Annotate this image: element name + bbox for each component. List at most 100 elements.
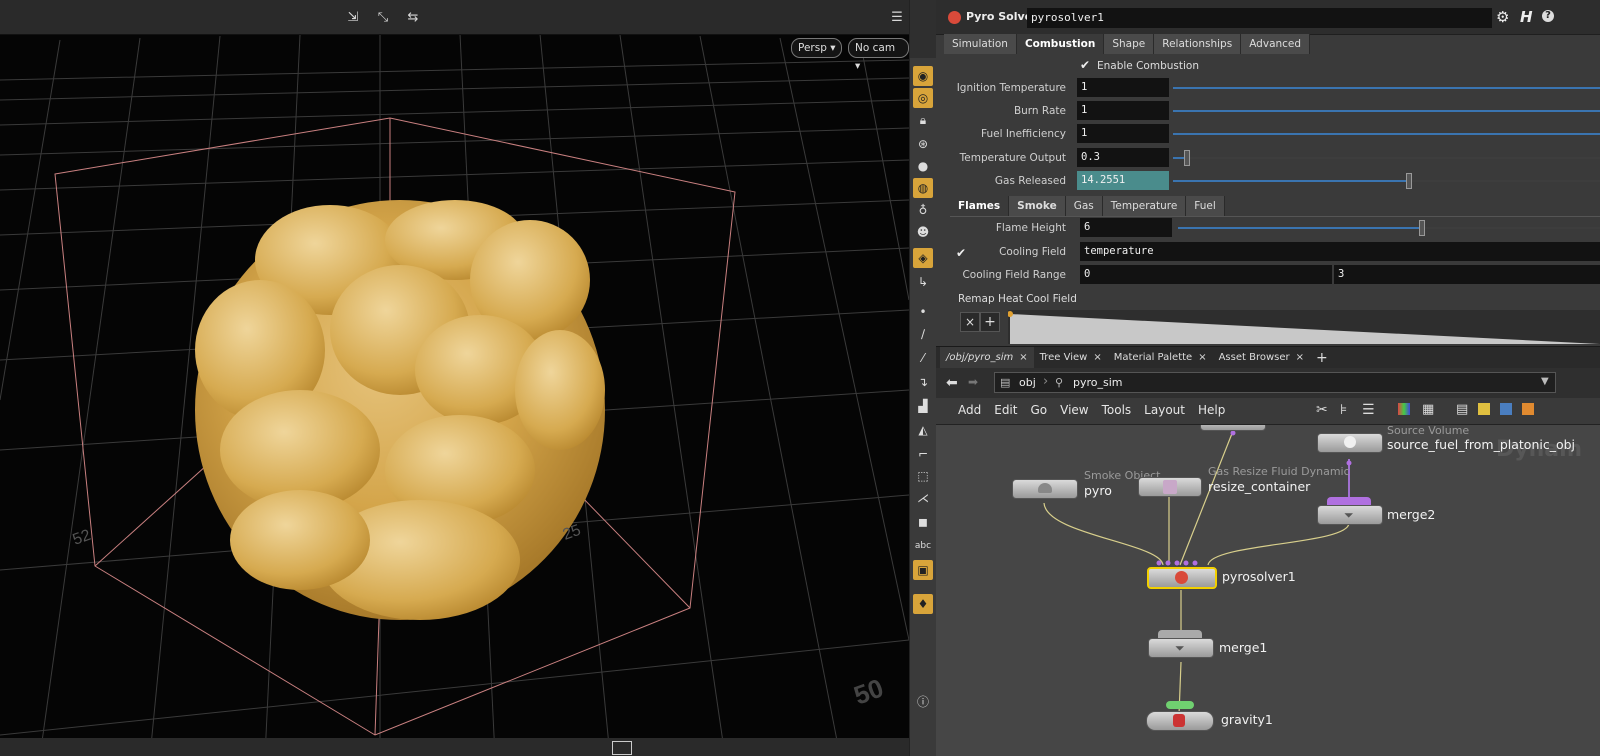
node-merge2[interactable]: ⏷	[1317, 505, 1383, 525]
ignition-temperature-slider[interactable]	[1173, 87, 1600, 89]
color-palette-icon[interactable]	[1398, 403, 1410, 415]
temperature-output-field[interactable]: 0.3	[1077, 148, 1169, 167]
tab-combustion[interactable]: Combustion	[1016, 34, 1105, 54]
help-h-icon[interactable]: H	[1520, 8, 1533, 26]
flame-height-field[interactable]: 6	[1080, 218, 1172, 237]
burn-rate-slider[interactable]	[1173, 110, 1600, 112]
image-icon[interactable]: ▤	[1456, 402, 1468, 417]
path-segment-obj[interactable]: obj	[1019, 376, 1036, 389]
node-pyrosolver1[interactable]	[1147, 567, 1217, 589]
slider-knob[interactable]	[1184, 150, 1190, 166]
brush-icon[interactable]: ⁄	[913, 348, 933, 368]
enable-combustion-checkbox[interactable]: ✔	[1080, 59, 1092, 71]
pen-icon[interactable]: ∕	[913, 324, 933, 344]
gas-released-slider[interactable]	[1173, 173, 1600, 189]
path-segment-pyro-sim[interactable]: pyro_sim	[1073, 376, 1123, 389]
add-tab-button[interactable]: +	[1310, 347, 1334, 369]
subtab-temperature[interactable]: Temperature	[1102, 196, 1187, 216]
close-icon[interactable]: ×	[1296, 347, 1304, 369]
lock-icon[interactable]: 🔒︎	[913, 110, 933, 130]
viewport-canvas[interactable]: 52 25 50	[0, 0, 909, 756]
tab-asset-browser[interactable]: Asset Browser ×	[1213, 347, 1310, 369]
cooling-range-max-field[interactable]: 3	[1334, 265, 1600, 284]
fuel-inefficiency-slider[interactable]	[1173, 133, 1600, 135]
subtab-flames[interactable]: Flames	[950, 196, 1010, 216]
tab-relationships[interactable]: Relationships	[1154, 34, 1242, 54]
light-icon[interactable]: ◍	[913, 178, 933, 198]
branch-icon[interactable]: ⋌	[913, 488, 933, 508]
menu-tools[interactable]: Tools	[1102, 403, 1132, 417]
subtab-gas[interactable]: Gas	[1065, 196, 1103, 216]
skull-icon[interactable]: ☻	[913, 222, 933, 242]
path-field[interactable]: ▤ obj › ⚲ pyro_sim ▼	[994, 372, 1556, 393]
camera-icon[interactable]: ◎	[913, 88, 933, 108]
camera-dropdown[interactable]: No cam ▾	[848, 38, 909, 72]
tab-material-palette[interactable]: Material Palette ×	[1108, 347, 1213, 369]
paint-icon[interactable]: ▟	[913, 396, 933, 416]
subtab-smoke[interactable]: Smoke	[1009, 196, 1066, 216]
perspective-dropdown[interactable]: Persp ▾	[791, 38, 843, 58]
back-arrow-icon[interactable]: ⬅	[946, 375, 958, 391]
tab-tree-view[interactable]: Tree View ×	[1034, 347, 1108, 369]
gear-icon[interactable]: ⚙	[1496, 8, 1509, 26]
list-icon[interactable]: ☰	[1362, 402, 1375, 418]
eye-icon[interactable]: ◉	[913, 66, 933, 86]
menu-go[interactable]: Go	[1030, 403, 1047, 417]
cooling-range-min-field[interactable]: 0	[1080, 265, 1332, 284]
cooling-field-input[interactable]: temperature	[1080, 242, 1600, 261]
network-box-icon[interactable]	[1522, 403, 1534, 415]
move-icon[interactable]: ↳	[913, 272, 933, 292]
point-icon[interactable]: •	[913, 302, 933, 322]
menu-view[interactable]: View	[1060, 403, 1088, 417]
menu-edit[interactable]: Edit	[994, 403, 1017, 417]
temperature-output-slider[interactable]	[1173, 150, 1600, 166]
info-icon[interactable]: ⓘ	[913, 692, 933, 712]
gas-released-field[interactable]: 14.2551	[1077, 171, 1169, 190]
tab-advanced[interactable]: Advanced	[1241, 34, 1311, 54]
partial-node[interactable]	[1200, 425, 1266, 431]
subtab-fuel[interactable]: Fuel	[1186, 196, 1225, 216]
ignition-temperature-field[interactable]: 1	[1077, 78, 1169, 97]
menu-layout[interactable]: Layout	[1144, 403, 1185, 417]
node-merge1[interactable]: ⏷	[1148, 638, 1214, 658]
flame-height-slider[interactable]	[1178, 220, 1600, 236]
fuel-inefficiency-field[interactable]: 1	[1077, 124, 1169, 143]
close-icon[interactable]: ×	[1019, 347, 1027, 369]
screen-icon[interactable]: ▣	[913, 560, 933, 580]
background-image-icon[interactable]	[1500, 403, 1512, 415]
render-icon[interactable]: ◈	[913, 248, 933, 268]
handle-icon[interactable]: ⇆	[404, 9, 422, 27]
network-editor[interactable]: Dynam Source Volume source_fuel_from_pla…	[936, 425, 1600, 756]
node-resize-container[interactable]	[1138, 477, 1202, 497]
select-box-icon[interactable]: ⬚	[913, 466, 933, 486]
node-name-field[interactable]: pyrosolver1	[1027, 8, 1492, 28]
sphere-icon[interactable]: ●	[913, 156, 933, 176]
frame-icon[interactable]	[612, 741, 632, 755]
number-icon[interactable]: ↴	[913, 372, 933, 392]
help-icon[interactable]: ?	[1542, 10, 1554, 22]
tab-shape[interactable]: Shape	[1104, 34, 1155, 54]
burn-rate-field[interactable]: 1	[1077, 101, 1169, 120]
node-pyro[interactable]	[1012, 479, 1078, 499]
tab-simulation[interactable]: Simulation	[944, 34, 1017, 54]
transform-icon[interactable]: ⤡	[374, 9, 392, 27]
menu-add[interactable]: Add	[958, 403, 981, 417]
tab-obj-pyro-sim[interactable]: /obj/pyro_sim ×	[940, 347, 1034, 369]
bucket-icon[interactable]: ◭	[913, 420, 933, 440]
remap-remove-button[interactable]: ×	[960, 312, 980, 332]
stop-icon[interactable]: ◼	[913, 512, 933, 532]
node-source-volume[interactable]	[1317, 433, 1383, 453]
select-icon[interactable]: ⇲	[344, 9, 362, 27]
remap-add-button[interactable]: +	[980, 312, 1000, 332]
wrench-icon[interactable]: ✂	[1316, 402, 1328, 418]
snap-icon[interactable]: ⊛	[913, 134, 933, 154]
abc-label[interactable]: abc	[913, 536, 933, 556]
bulb-icon[interactable]: ♁	[913, 200, 933, 220]
close-icon[interactable]: ×	[1198, 347, 1206, 369]
node-gravity1[interactable]	[1146, 711, 1214, 731]
pin-icon[interactable]: ♦	[913, 594, 933, 614]
chevron-down-icon[interactable]: ▼	[1541, 376, 1549, 387]
menu-help[interactable]: Help	[1198, 403, 1225, 417]
remap-ramp-graph[interactable]	[1008, 310, 1600, 344]
close-icon[interactable]: ×	[1093, 347, 1101, 369]
